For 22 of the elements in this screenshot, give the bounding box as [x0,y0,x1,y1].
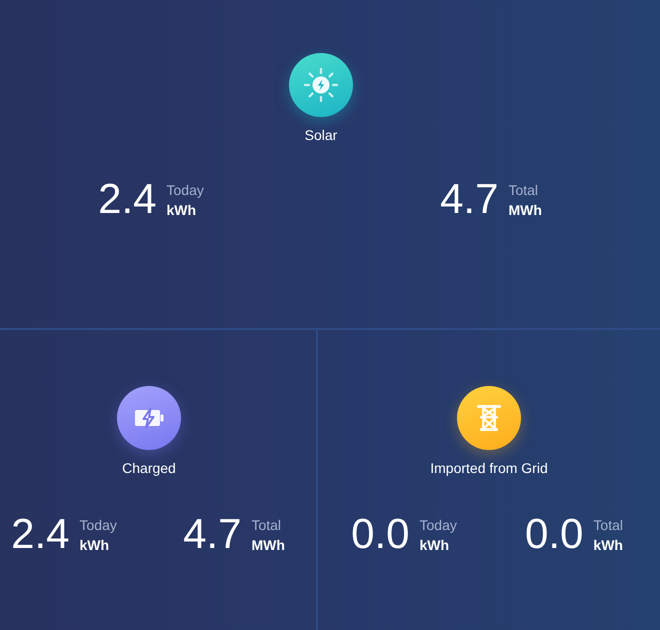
stat-unit: kWh [166,201,198,220]
stat-value: 2.4 [11,513,70,555]
stat-value: 4.7 [440,178,498,220]
stat-unit: MWh [251,536,285,555]
stat-unit: kWh [593,536,623,555]
stat-period: Total [251,516,282,535]
stat-period: Total [593,516,623,535]
panel-title: Solar [304,126,338,144]
stat-unit: kWh [80,536,110,555]
stat-value: 4.7 [183,513,242,555]
stat-value: 0.0 [525,513,584,555]
stat-period: Today [420,516,457,535]
stat-value: 2.4 [98,178,157,220]
stat-value: 0.0 [351,513,410,555]
stat-unit: kWh [420,536,450,555]
stat-period: Total [508,181,540,200]
panel-title: Imported from Grid [430,459,548,477]
power-tower-icon [457,386,521,450]
stat-unit: MWh [508,201,542,220]
panel-title: Charged [122,459,176,477]
stat-period: Today [166,181,204,200]
stat-period: Today [80,516,117,535]
